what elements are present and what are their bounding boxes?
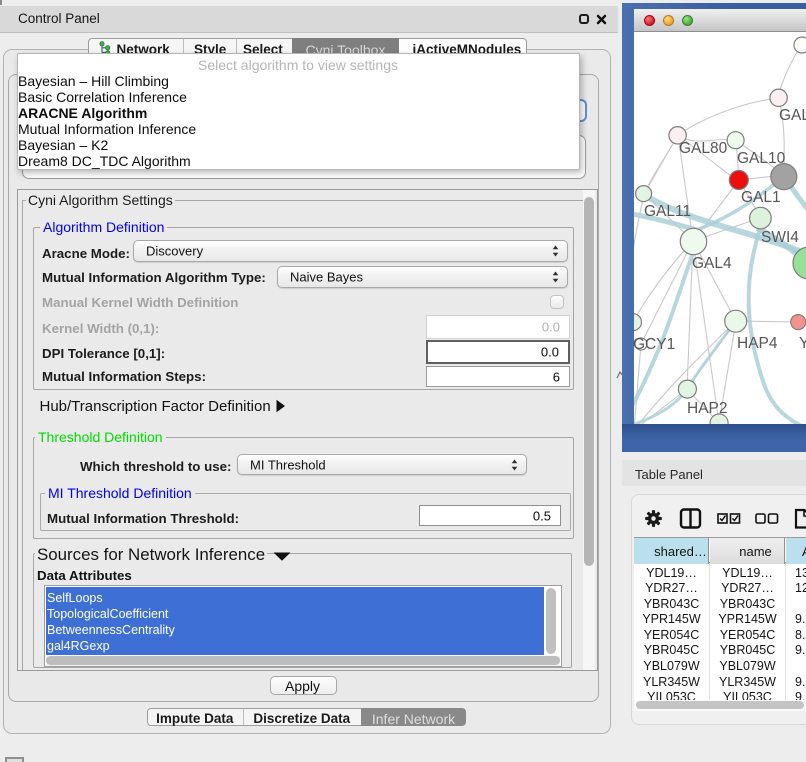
svg-text:GAL1: GAL1 [741, 189, 781, 206]
svg-text:GAL10: GAL10 [737, 150, 786, 167]
svg-text:GAL4: GAL4 [692, 255, 732, 272]
svg-text:GAL7: GAL7 [779, 107, 806, 124]
svg-text:GAL80: GAL80 [679, 140, 728, 157]
svg-text:GCY1: GCY1 [634, 336, 675, 353]
svg-text:HAP2: HAP2 [687, 400, 728, 417]
svg-text:HAP4: HAP4 [737, 335, 778, 352]
svg-text:YD: YD [799, 335, 806, 352]
svg-text:SWI4: SWI4 [761, 229, 799, 246]
svg-text:GAL11: GAL11 [644, 203, 691, 220]
